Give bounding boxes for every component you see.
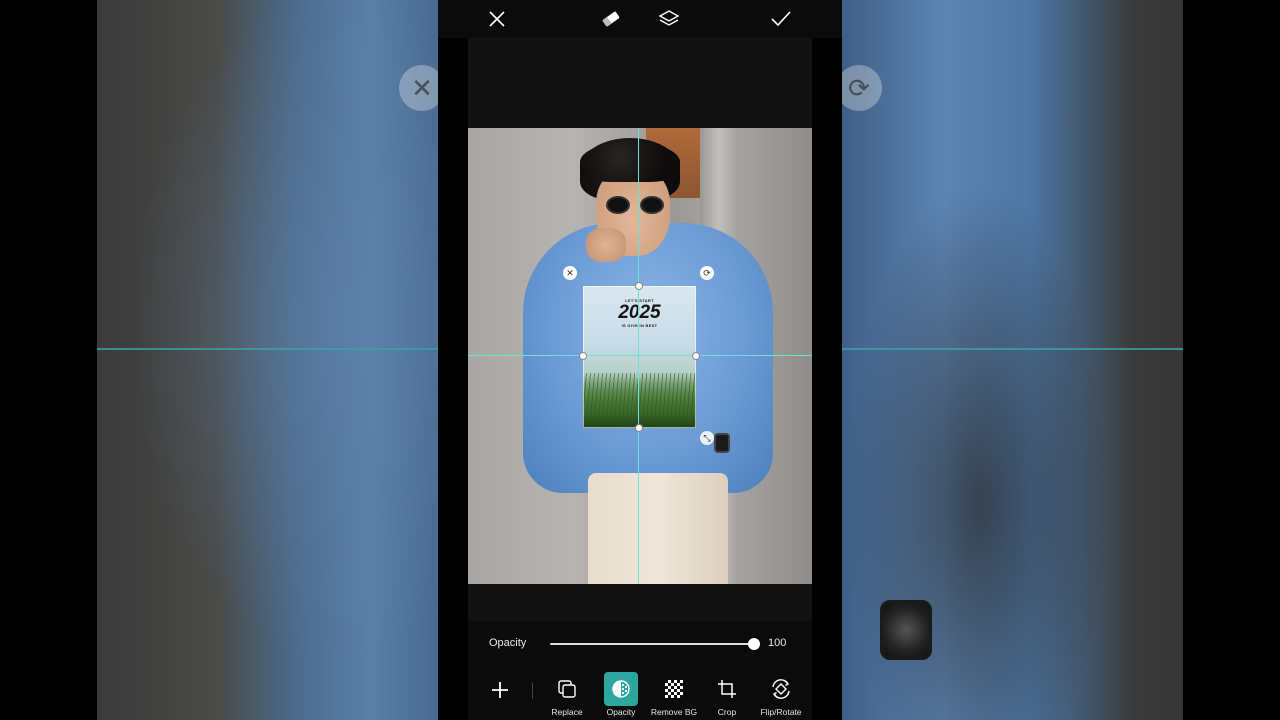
delete-layer-button[interactable]: ✕ — [563, 266, 577, 280]
apply-button[interactable] — [766, 4, 796, 34]
tool-remove-bg[interactable]: Remove BG — [645, 672, 703, 720]
editor-screen: LET'S START 2025 IS GIVE IN BEST ✕ ⟳ ⤡ O… — [438, 0, 842, 720]
flip-rotate-icon — [772, 679, 790, 699]
layers-icon — [658, 10, 680, 26]
tool-label: Crop — [717, 707, 737, 717]
close-small-icon: ✕ — [566, 267, 574, 278]
sunglasses — [606, 196, 666, 214]
scale-icon: ⤡ — [703, 432, 711, 443]
tool-replace[interactable]: Replace — [538, 672, 596, 720]
close-button[interactable] — [482, 4, 512, 34]
resize-handle-bottom[interactable] — [635, 424, 643, 432]
top-toolbar — [438, 0, 842, 38]
resize-handle-top[interactable] — [635, 282, 643, 290]
wristwatch — [714, 433, 730, 453]
blurred-guide-line — [97, 348, 438, 350]
replace-icon — [558, 680, 576, 698]
tool-label: Replace — [551, 707, 583, 717]
close-icon — [489, 11, 505, 27]
tool-crop[interactable]: Crop — [698, 672, 756, 720]
tool-label: Remove BG — [650, 707, 698, 717]
resize-handle-left[interactable] — [579, 352, 587, 360]
opacity-slider-thumb[interactable] — [748, 638, 760, 650]
scale-layer-button[interactable]: ⤡ — [700, 431, 714, 445]
opacity-icon — [612, 680, 630, 698]
opacity-slider[interactable] — [550, 638, 760, 650]
rotate-icon: ⟳ — [703, 267, 711, 278]
resize-handle-right[interactable] — [692, 352, 700, 360]
blurred-guide-line — [842, 348, 1183, 350]
eraser-button[interactable] — [596, 4, 626, 34]
plus-icon — [492, 682, 508, 698]
tool-flip-rotate[interactable]: Flip/Rotate — [752, 672, 810, 720]
subject-pants — [588, 473, 728, 584]
add-layer-button[interactable] — [488, 678, 512, 702]
rotate-layer-button[interactable]: ⟳ — [700, 266, 714, 280]
crop-icon — [718, 680, 736, 698]
tool-label: Flip/Rotate — [760, 707, 802, 717]
tool-opacity[interactable]: Opacity — [592, 672, 650, 720]
blurred-watch — [880, 600, 932, 660]
editing-canvas[interactable]: LET'S START 2025 IS GIVE IN BEST ✕ ⟳ ⤡ — [468, 38, 812, 621]
bottom-panel: Opacity 100 Replace Opacity Remove BG Cr… — [468, 621, 812, 720]
tool-label: Opacity — [606, 707, 636, 717]
toolbar-divider — [532, 683, 533, 699]
base-photo: LET'S START 2025 IS GIVE IN BEST ✕ ⟳ ⤡ — [468, 128, 812, 584]
blurred-rotate-icon: ⟳ — [836, 65, 882, 111]
remove-bg-icon — [665, 680, 683, 698]
check-icon — [771, 11, 791, 27]
opacity-value: 100 — [768, 637, 787, 649]
selection-box — [583, 286, 696, 428]
layers-button[interactable] — [654, 4, 684, 34]
eraser-icon — [602, 11, 620, 27]
blurred-background-left — [97, 0, 438, 720]
opacity-label: Opacity — [489, 637, 527, 649]
